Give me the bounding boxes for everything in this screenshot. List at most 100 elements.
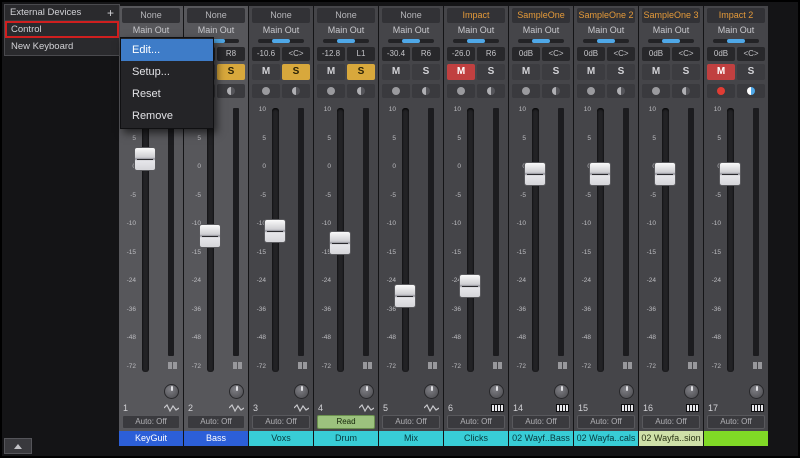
fader-handle[interactable]: [589, 161, 611, 186]
monitor-button[interactable]: [737, 84, 765, 98]
cue-pan-knob[interactable]: [359, 384, 374, 399]
solo-button[interactable]: S: [737, 64, 765, 80]
monitor-button[interactable]: [217, 84, 245, 98]
volume-readout[interactable]: 0dB: [707, 47, 735, 61]
pan-slider[interactable]: [509, 37, 573, 46]
record-arm-button[interactable]: [317, 84, 345, 98]
fader-handle[interactable]: [134, 146, 156, 171]
pan-readout[interactable]: <C>: [607, 47, 635, 61]
cue-pan-knob[interactable]: [684, 384, 699, 399]
cue-pan-knob[interactable]: [424, 384, 439, 399]
pan-readout[interactable]: L1: [347, 47, 375, 61]
channel-name[interactable]: Bass: [184, 431, 248, 446]
insert-slot[interactable]: SampleOne 3: [642, 8, 700, 23]
mute-button[interactable]: M: [642, 64, 670, 80]
fader-handle[interactable]: [719, 161, 741, 186]
output-select[interactable]: Main Out: [184, 24, 248, 37]
insert-slot[interactable]: None: [317, 8, 375, 23]
channel-name[interactable]: 02 Wayfa..sion: [639, 431, 703, 446]
output-select[interactable]: Main Out: [249, 24, 313, 37]
solo-button[interactable]: S: [607, 64, 635, 80]
output-select[interactable]: Main Out: [639, 24, 703, 37]
menu-item-reset[interactable]: Reset: [121, 83, 213, 105]
fader-handle[interactable]: [264, 218, 286, 243]
record-arm-button[interactable]: [707, 84, 735, 98]
pan-readout[interactable]: R8: [217, 47, 245, 61]
insert-slot[interactable]: Impact 2: [707, 8, 765, 23]
volume-readout[interactable]: -10.6: [252, 47, 280, 61]
record-arm-button[interactable]: [577, 84, 605, 98]
pan-readout[interactable]: <C>: [542, 47, 570, 61]
pan-readout[interactable]: <C>: [737, 47, 765, 61]
automation-mode[interactable]: Auto: Off: [577, 415, 635, 429]
insert-slot[interactable]: None: [122, 8, 180, 23]
channel-name[interactable]: KeyGuit: [119, 431, 183, 446]
monitor-button[interactable]: [412, 84, 440, 98]
output-select[interactable]: Main Out: [314, 24, 378, 37]
pan-slider[interactable]: [444, 37, 508, 46]
fader-handle[interactable]: [654, 161, 676, 186]
pan-slider[interactable]: [704, 37, 768, 46]
mute-button[interactable]: M: [707, 64, 735, 80]
fader-handle[interactable]: [329, 230, 351, 255]
cue-pan-knob[interactable]: [749, 384, 764, 399]
cue-pan-knob[interactable]: [164, 384, 179, 399]
monitor-button[interactable]: [607, 84, 635, 98]
solo-button[interactable]: S: [672, 64, 700, 80]
pan-slider[interactable]: [574, 37, 638, 46]
pan-readout[interactable]: <C>: [282, 47, 310, 61]
output-select[interactable]: Main Out: [379, 24, 443, 37]
monitor-button[interactable]: [347, 84, 375, 98]
device-item-control[interactable]: Control: [5, 21, 119, 38]
channel-name[interactable]: [704, 431, 768, 446]
pan-readout[interactable]: <C>: [672, 47, 700, 61]
menu-item-remove[interactable]: Remove: [121, 105, 213, 127]
channel-name[interactable]: Clicks: [444, 431, 508, 446]
solo-button[interactable]: S: [347, 64, 375, 80]
pan-slider[interactable]: [314, 37, 378, 46]
record-arm-button[interactable]: [252, 84, 280, 98]
fader-track[interactable]: [467, 108, 474, 372]
insert-slot[interactable]: None: [382, 8, 440, 23]
solo-button[interactable]: S: [282, 64, 310, 80]
volume-readout[interactable]: 0dB: [642, 47, 670, 61]
pan-readout[interactable]: R6: [412, 47, 440, 61]
fader-handle[interactable]: [459, 273, 481, 298]
mute-button[interactable]: M: [382, 64, 410, 80]
automation-mode[interactable]: Read: [317, 415, 375, 429]
automation-mode[interactable]: Auto: Off: [187, 415, 245, 429]
output-select[interactable]: Main Out: [704, 24, 768, 37]
mute-button[interactable]: M: [317, 64, 345, 80]
record-arm-button[interactable]: [512, 84, 540, 98]
insert-slot[interactable]: None: [252, 8, 310, 23]
monitor-button[interactable]: [542, 84, 570, 98]
mute-button[interactable]: M: [512, 64, 540, 80]
record-arm-button[interactable]: [447, 84, 475, 98]
automation-mode[interactable]: Auto: Off: [642, 415, 700, 429]
volume-readout[interactable]: -26.0: [447, 47, 475, 61]
volume-readout[interactable]: -12.8: [317, 47, 345, 61]
mute-button[interactable]: M: [252, 64, 280, 80]
cue-pan-knob[interactable]: [489, 384, 504, 399]
monitor-button[interactable]: [282, 84, 310, 98]
panel-expand-button[interactable]: [4, 438, 32, 454]
channel-name[interactable]: Mix: [379, 431, 443, 446]
output-select[interactable]: Main Out: [509, 24, 573, 37]
record-arm-button[interactable]: [642, 84, 670, 98]
solo-button[interactable]: S: [412, 64, 440, 80]
insert-slot[interactable]: Impact: [447, 8, 505, 23]
fader-handle[interactable]: [524, 161, 546, 186]
device-item-new-keyboard[interactable]: New Keyboard: [5, 38, 119, 55]
volume-readout[interactable]: -30.4: [382, 47, 410, 61]
fader-track[interactable]: [597, 108, 604, 372]
insert-slot[interactable]: None: [187, 8, 245, 23]
menu-item-edit[interactable]: Edit...: [121, 39, 213, 61]
menu-item-setup[interactable]: Setup...: [121, 61, 213, 83]
fader-handle[interactable]: [199, 224, 221, 249]
cue-pan-knob[interactable]: [619, 384, 634, 399]
solo-button[interactable]: S: [477, 64, 505, 80]
cue-pan-knob[interactable]: [294, 384, 309, 399]
automation-mode[interactable]: Auto: Off: [447, 415, 505, 429]
automation-mode[interactable]: Auto: Off: [707, 415, 765, 429]
cue-pan-knob[interactable]: [554, 384, 569, 399]
